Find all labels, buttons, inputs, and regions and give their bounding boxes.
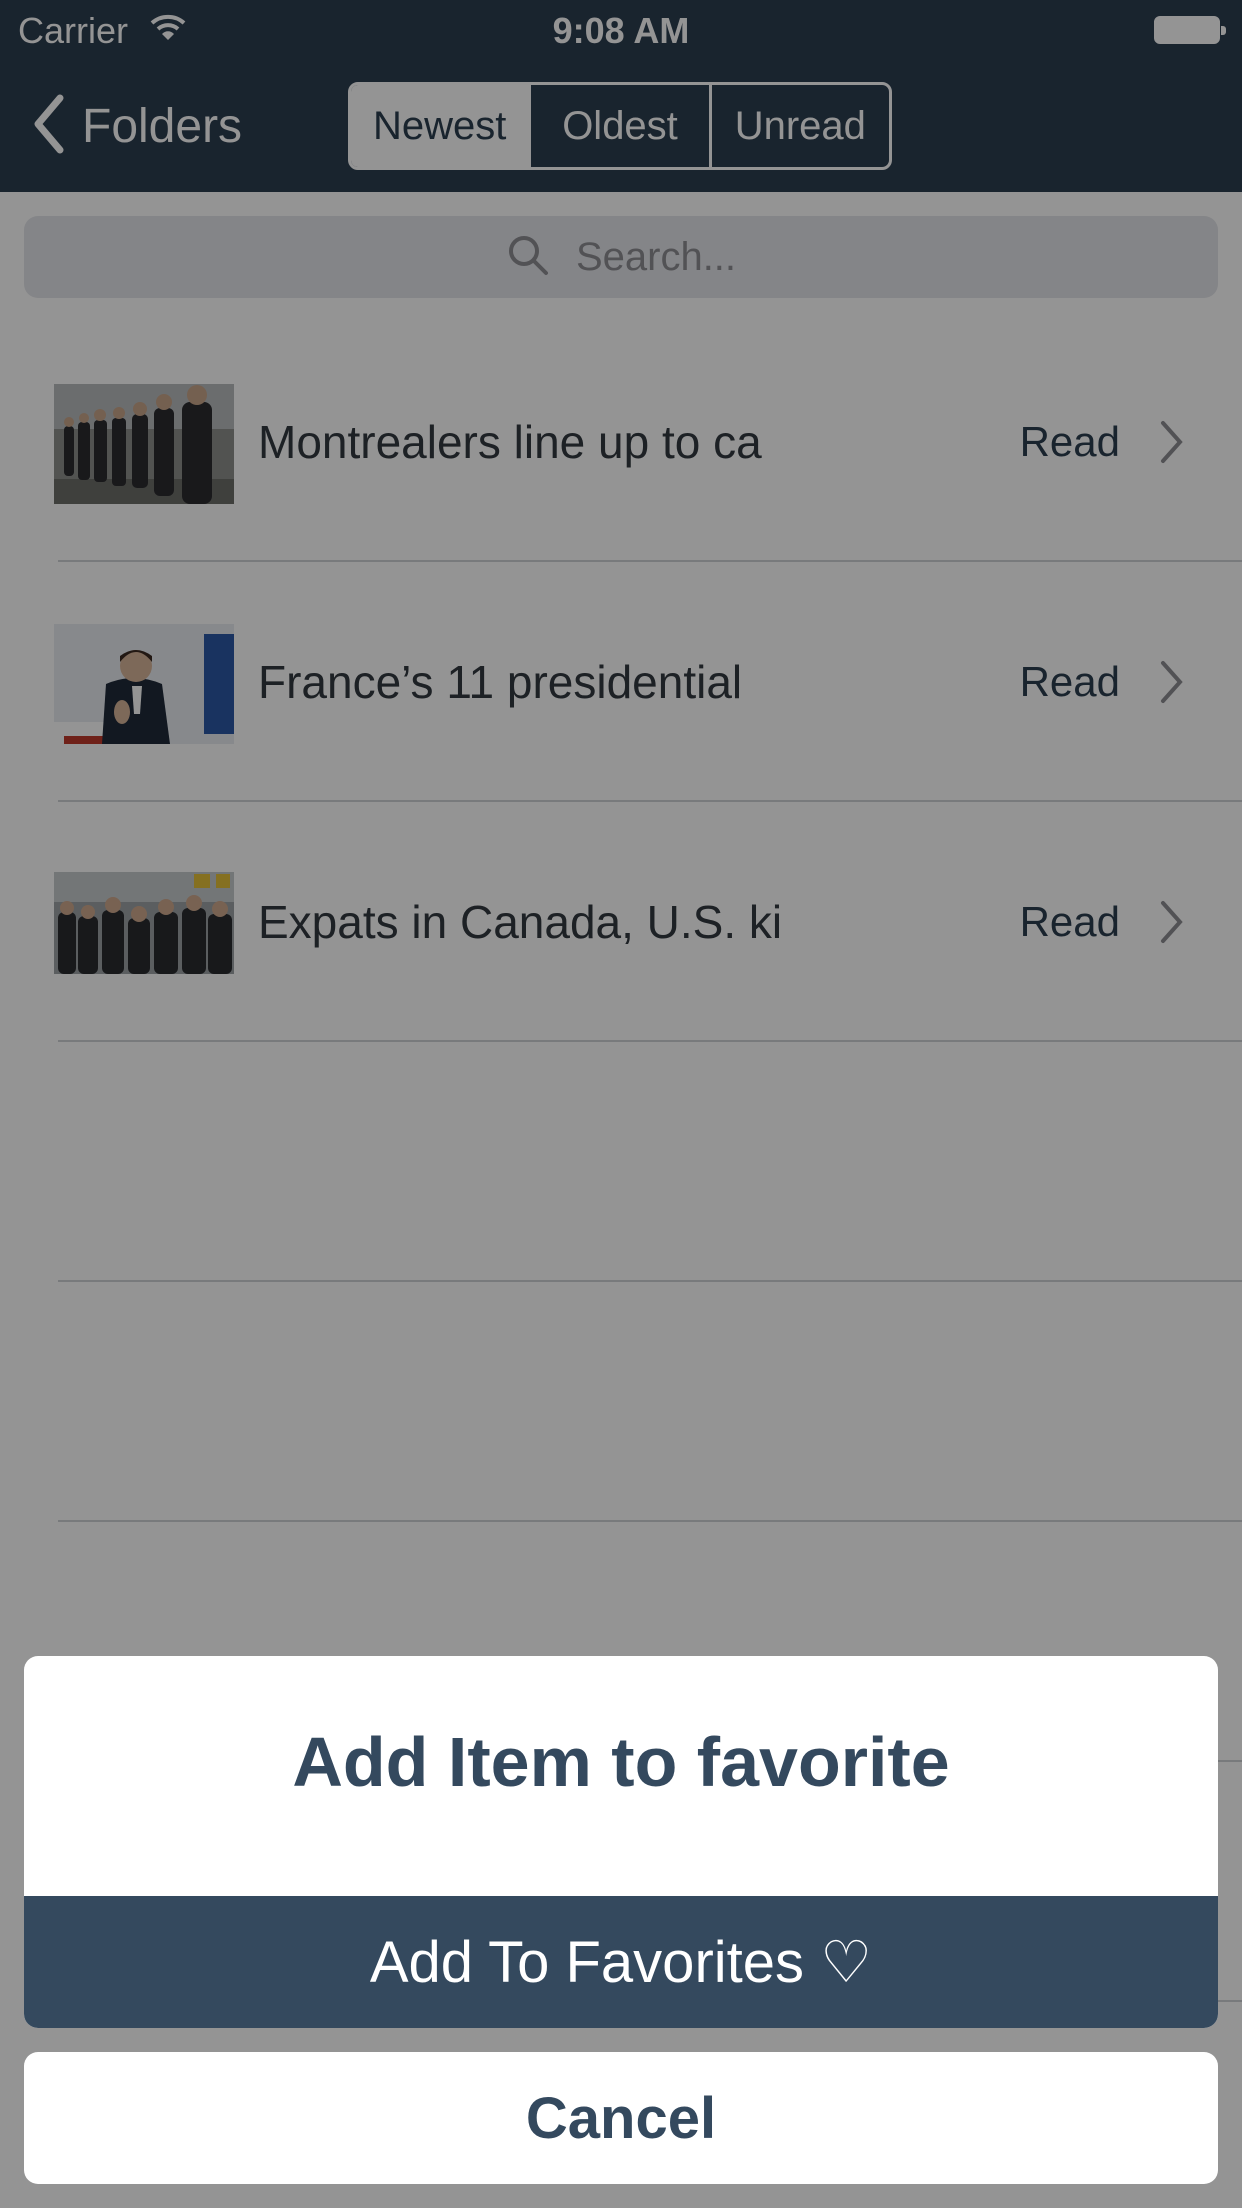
- action-sheet-title: Add Item to favorite: [292, 1723, 950, 1801]
- cancel-button[interactable]: Cancel: [24, 2052, 1218, 2184]
- add-to-favorites-button[interactable]: Add To Favorites ♡: [24, 1896, 1218, 2028]
- action-sheet: Add Item to favorite Add To Favorites ♡: [24, 1656, 1218, 2028]
